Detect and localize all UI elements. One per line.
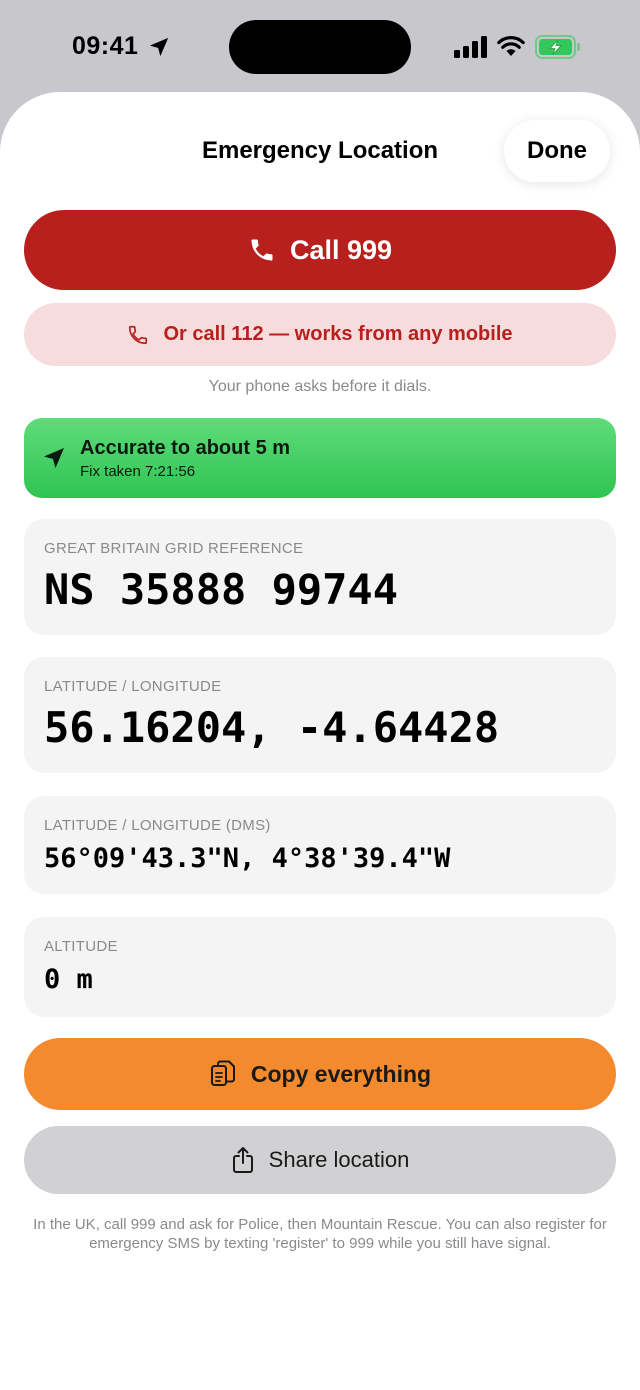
lat-lon-label: LATITUDE / LONGITUDE [44, 678, 222, 695]
phone-outline-icon [129, 325, 148, 344]
phone-icon [251, 239, 273, 261]
location-arrow-icon [149, 37, 169, 57]
battery-charging-icon [535, 35, 580, 59]
lat-lon-dms-card[interactable]: LATITUDE / LONGITUDE (DMS) 56°09'43.3"N,… [24, 796, 616, 894]
lat-lon-dms-label: LATITUDE / LONGITUDE (DMS) [44, 817, 271, 834]
altitude-label: ALTITUDE [44, 938, 118, 955]
share-location-label: Share location [268, 1147, 410, 1172]
signal-bars-icon [454, 36, 487, 58]
footer-note: In the UK, call 999 and ask for Police, … [33, 1216, 607, 1252]
lat-lon-card[interactable]: LATITUDE / LONGITUDE 56.16204, -4.64428 [24, 657, 616, 773]
copy-everything-button[interactable]: Copy everything [24, 1038, 616, 1110]
lat-lon-value: 56.16204, -4.64428 [44, 703, 500, 752]
done-button[interactable]: Done [504, 120, 610, 182]
emergency-sheet: Emergency Location Done Call 999 Or call… [0, 92, 640, 1390]
status-bar: 09:41 [0, 0, 640, 92]
lat-lon-dms-value: 56°09'43.3"N, 4°38'39.4"W [44, 843, 451, 874]
altitude-value: 0 m [44, 964, 93, 995]
fix-time: Fix taken 7:21:56 [80, 463, 196, 480]
grid-reference-value: NS 35888 99744 [44, 565, 399, 614]
wifi-icon [497, 36, 525, 56]
accuracy-banner: Accurate to about 5 m Fix taken 7:21:56 [24, 418, 616, 498]
copy-everything-label: Copy everything [250, 1060, 432, 1087]
call-112-button[interactable]: Or call 112 — works from any mobile [24, 303, 616, 366]
altitude-card[interactable]: ALTITUDE 0 m [24, 917, 616, 1017]
location-arrow-icon [44, 448, 64, 468]
call-999-label: Call 999 [289, 234, 393, 265]
accuracy-title: Accurate to about 5 m [80, 437, 291, 459]
call-112-label: Or call 112 — works from any mobile [163, 323, 513, 345]
grid-reference-label: GREAT BRITAIN GRID REFERENCE [44, 540, 304, 557]
dynamic-island [229, 20, 411, 74]
share-location-button[interactable]: Share location [24, 1126, 616, 1194]
grid-reference-card[interactable]: GREAT BRITAIN GRID REFERENCE NS 35888 99… [24, 519, 616, 635]
status-time: 09:41 [72, 32, 139, 60]
copy-document-icon [210, 1060, 235, 1086]
dial-note: Your phone asks before it dials. [208, 378, 432, 395]
share-icon [232, 1147, 253, 1173]
call-999-button[interactable]: Call 999 [24, 210, 616, 290]
